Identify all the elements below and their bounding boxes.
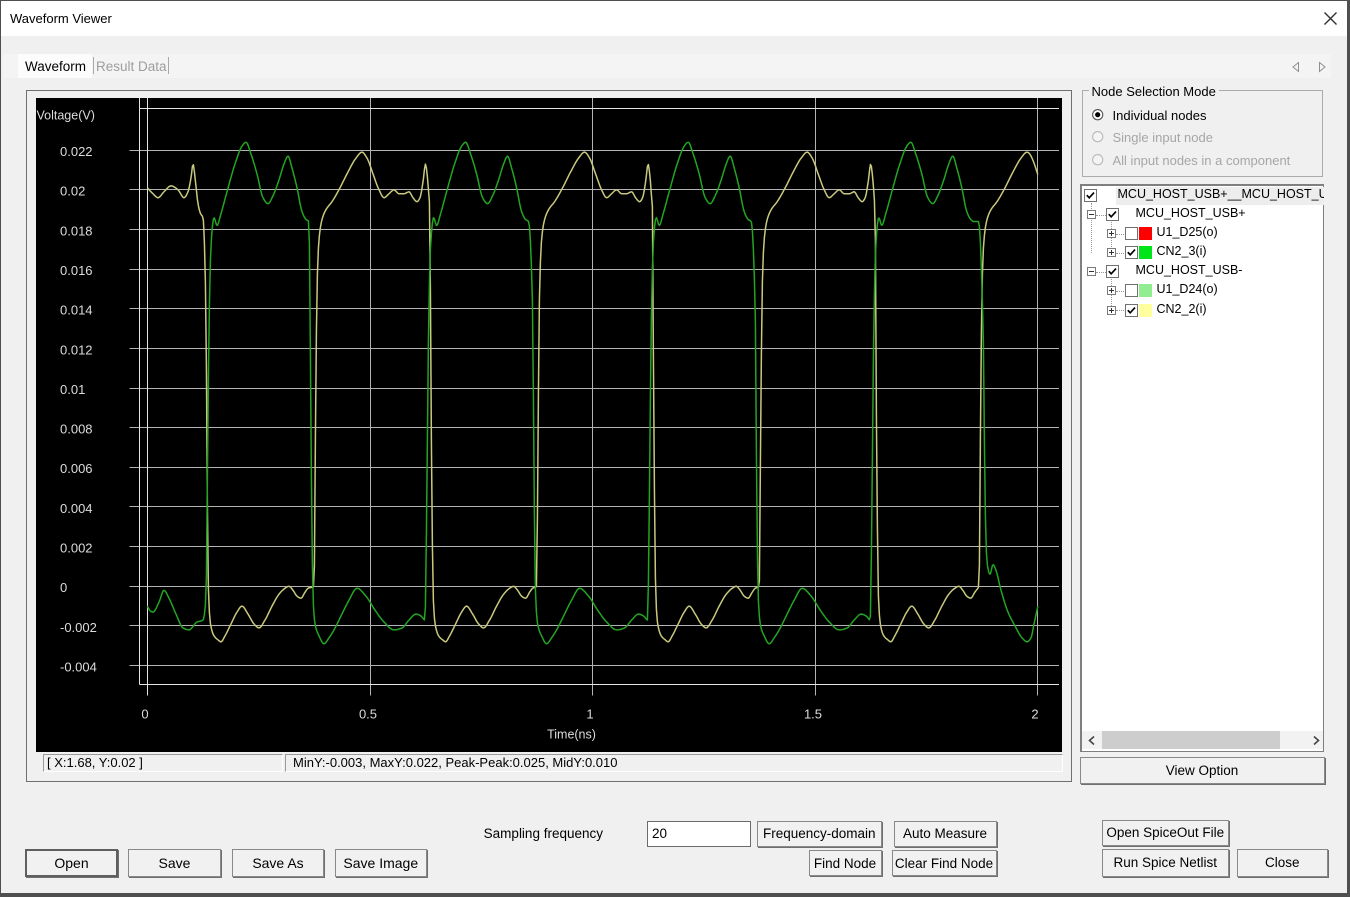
svg-text:0.5: 0.5 (359, 707, 377, 722)
svg-text:1.5: 1.5 (804, 707, 822, 722)
svg-text:0: 0 (60, 580, 67, 595)
svg-text:0.004: 0.004 (60, 501, 93, 516)
svg-text:0.002: 0.002 (60, 541, 93, 556)
svg-text:-0.002: -0.002 (60, 620, 97, 635)
svg-text:0.016: 0.016 (60, 263, 93, 278)
svg-text:0.018: 0.018 (60, 223, 93, 238)
svg-text:0.01: 0.01 (60, 382, 85, 397)
svg-text:0.02: 0.02 (60, 184, 85, 199)
svg-text:0: 0 (141, 707, 148, 722)
svg-text:2: 2 (1031, 707, 1038, 722)
svg-text:Time(ns): Time(ns) (547, 728, 596, 742)
svg-text:0.012: 0.012 (60, 342, 93, 357)
svg-text:Voltage(V): Voltage(V) (37, 108, 95, 122)
svg-text:1: 1 (586, 707, 593, 722)
svg-text:0.022: 0.022 (60, 144, 93, 159)
svg-text:-0.004: -0.004 (60, 660, 97, 675)
svg-text:0.008: 0.008 (60, 422, 93, 437)
svg-text:0.014: 0.014 (60, 303, 93, 318)
svg-text:0.006: 0.006 (60, 461, 93, 476)
